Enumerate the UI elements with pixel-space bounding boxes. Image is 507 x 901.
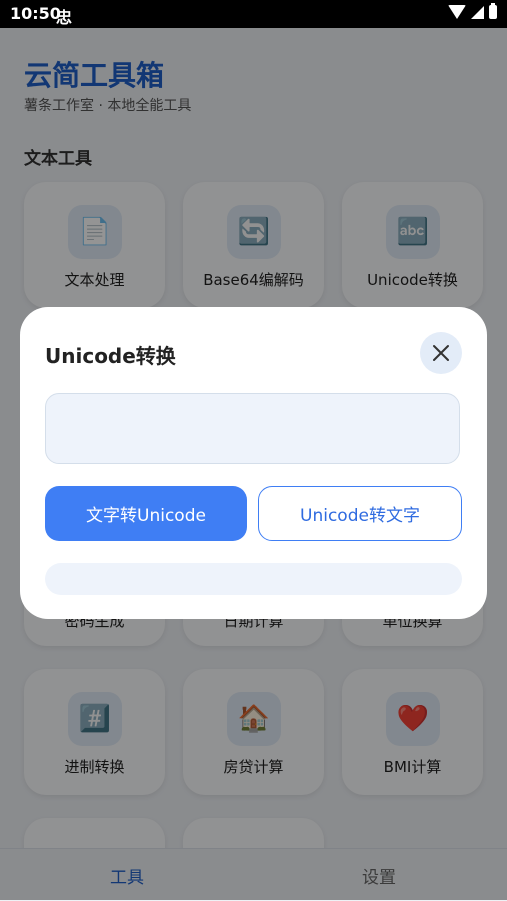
status-bar: 10:50 忠 bbox=[0, 0, 507, 28]
unicode-to-text-button[interactable]: Unicode转文字 bbox=[258, 486, 462, 541]
status-time: 10:50 bbox=[10, 4, 61, 23]
cellular-signal-icon bbox=[471, 5, 484, 19]
battery-icon bbox=[489, 3, 497, 19]
close-icon bbox=[433, 345, 449, 361]
status-app-icon: 忠 bbox=[56, 8, 73, 27]
dialog-title: Unicode转换 bbox=[45, 344, 176, 368]
result-output bbox=[45, 563, 462, 595]
status-indicators bbox=[448, 3, 497, 19]
text-to-unicode-button[interactable]: 文字转Unicode bbox=[45, 486, 247, 541]
close-button[interactable] bbox=[420, 332, 462, 374]
unicode-input[interactable] bbox=[45, 393, 460, 464]
unicode-dialog: Unicode转换 文字转Unicode Unicode转文字 bbox=[20, 307, 487, 619]
wifi-icon bbox=[448, 5, 466, 19]
